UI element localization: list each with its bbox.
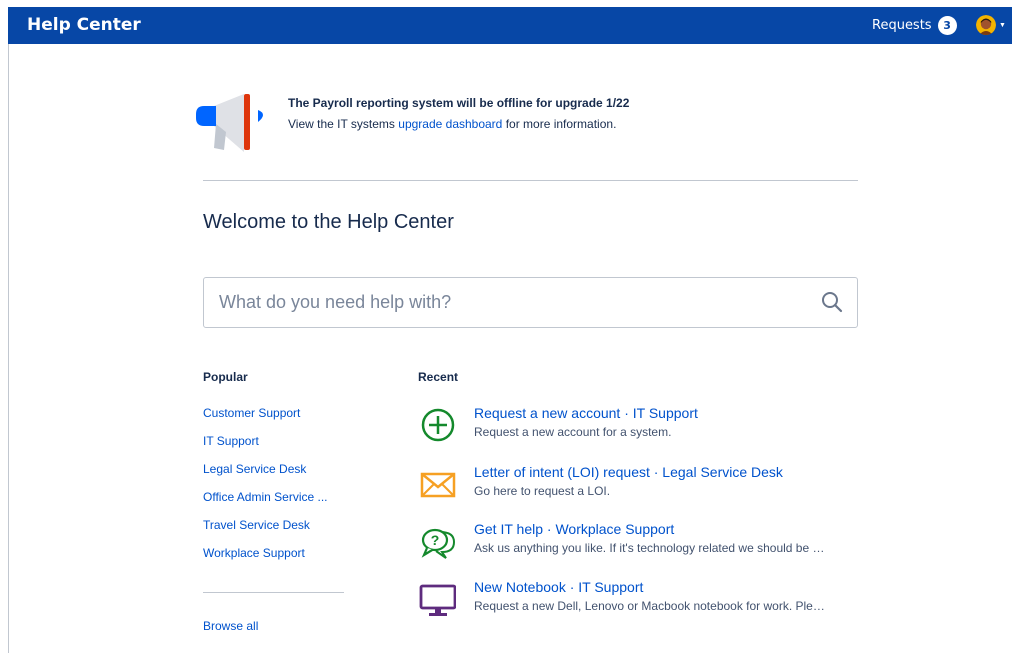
announcement-title: The Payroll reporting system will be off… — [288, 96, 630, 110]
user-profile-menu[interactable]: ▼ — [976, 15, 1006, 35]
page-left-border — [8, 44, 9, 653]
upgrade-dashboard-link[interactable]: upgrade dashboard — [398, 117, 502, 131]
popular-item-customer-support[interactable]: Customer Support — [203, 406, 328, 434]
recent-item-description: Go here to request a LOI. — [474, 484, 611, 498]
popular-list: Customer Support IT Support Legal Servic… — [203, 406, 328, 574]
browse-all-link[interactable]: Browse all — [203, 619, 258, 633]
recent-item-get-it-help[interactable]: ? Get IT help · Workplace Support Ask us… — [416, 521, 866, 565]
popular-item-legal-service-desk[interactable]: Legal Service Desk — [203, 462, 328, 490]
recent-item-description: Request a new Dell, Lenovo or Macbook no… — [474, 599, 825, 613]
requests-count-badge: 3 — [937, 16, 957, 35]
popular-item-it-support[interactable]: IT Support — [203, 434, 328, 462]
announcement-body-suffix: for more information. — [502, 117, 617, 131]
recent-item-description: Ask us anything you like. If it's techno… — [474, 541, 825, 555]
popular-item-office-admin-service[interactable]: Office Admin Service ... — [203, 490, 328, 518]
recent-item-title: Request a new account · IT Support — [474, 405, 698, 421]
requests-link[interactable]: Requests 3 — [872, 7, 957, 44]
popular-heading: Popular — [203, 370, 248, 384]
avatar — [976, 15, 996, 35]
recent-item-request-new-account[interactable]: Request a new account · IT Support Reque… — [416, 405, 866, 449]
help-center-logo-link[interactable]: Help Center — [27, 7, 141, 44]
svg-text:?: ? — [431, 532, 440, 548]
popular-item-workplace-support[interactable]: Workplace Support — [203, 546, 328, 574]
monitor-icon — [419, 584, 456, 616]
popular-divider — [203, 592, 344, 593]
requests-label: Requests — [872, 18, 932, 33]
top-navigation-bar: Help Center Requests 3 ▼ — [8, 7, 1012, 44]
section-divider — [203, 180, 858, 181]
announcement-body-prefix: View the IT systems — [288, 117, 399, 131]
page-title: Welcome to the Help Center — [203, 211, 454, 233]
envelope-icon — [420, 472, 456, 498]
recent-item-new-notebook[interactable]: New Notebook · IT Support Request a new … — [416, 579, 866, 623]
question-chat-icon: ? — [421, 528, 456, 559]
popular-item-travel-service-desk[interactable]: Travel Service Desk — [203, 518, 328, 546]
recent-item-title: Letter of intent (LOI) request · Legal S… — [474, 464, 783, 480]
recent-item-title: New Notebook · IT Support — [474, 579, 644, 595]
announcement-body: View the IT systems upgrade dashboard fo… — [288, 117, 616, 131]
recent-heading: Recent — [418, 370, 459, 384]
search-box — [203, 277, 858, 328]
recent-item-title: Get IT help · Workplace Support — [474, 521, 675, 537]
recent-item-description: Request a new account for a system. — [474, 425, 672, 439]
chevron-down-icon: ▼ — [999, 21, 1006, 29]
search-input[interactable] — [204, 278, 804, 327]
plus-circle-icon — [421, 408, 455, 442]
recent-item-loi-request[interactable]: Letter of intent (LOI) request · Legal S… — [416, 464, 866, 508]
megaphone-icon — [196, 94, 263, 152]
search-icon[interactable] — [821, 291, 843, 313]
